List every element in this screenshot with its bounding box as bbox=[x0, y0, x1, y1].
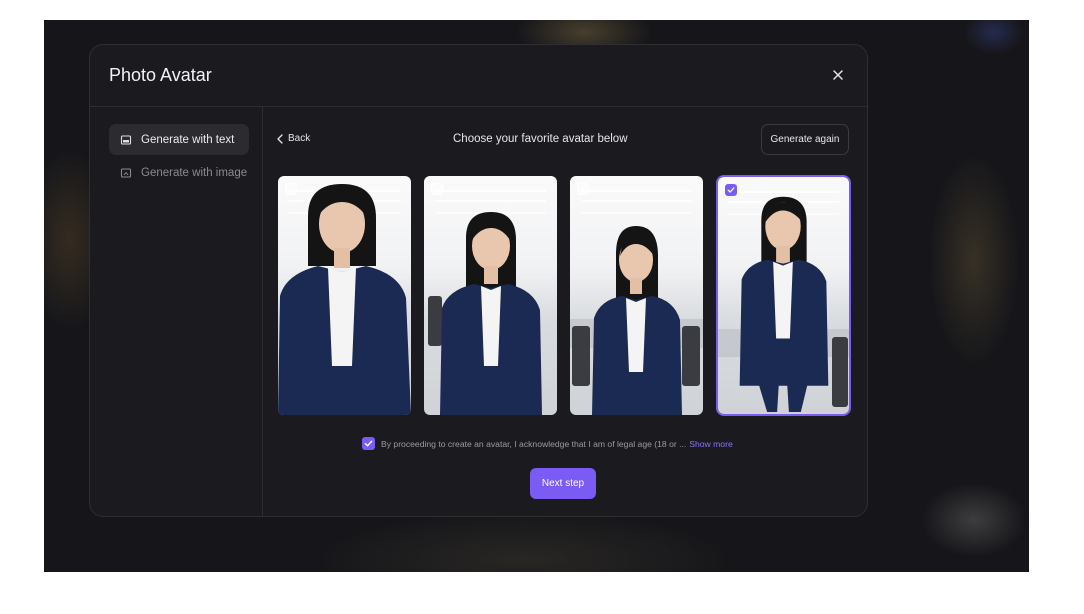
sidebar-item-label: Generate with text bbox=[141, 133, 235, 146]
avatar-option-2[interactable] bbox=[424, 176, 557, 415]
sidebar: Generate with text Generate with image bbox=[90, 106, 263, 516]
avatar-option-4[interactable] bbox=[716, 175, 851, 416]
sidebar-item-label: Generate with image bbox=[141, 166, 248, 179]
avatar-photo bbox=[718, 177, 849, 414]
check-icon bbox=[727, 187, 735, 193]
close-icon bbox=[833, 70, 843, 80]
avatar-photo bbox=[570, 176, 703, 415]
photo-avatar-modal: Photo Avatar Generate with text Generate… bbox=[89, 44, 868, 517]
image-upload-icon bbox=[120, 167, 132, 179]
next-step-button[interactable]: Next step bbox=[530, 468, 596, 499]
avatar-select-checkbox[interactable] bbox=[285, 183, 297, 195]
chevron-left-icon bbox=[277, 133, 283, 144]
avatar-select-checkbox[interactable] bbox=[725, 184, 737, 196]
show-more-link[interactable]: Show more bbox=[689, 439, 732, 449]
avatar-photo bbox=[424, 176, 557, 415]
avatar-photo bbox=[278, 176, 411, 415]
sidebar-item-generate-with-image[interactable]: Generate with image bbox=[109, 157, 249, 188]
modal-title: Photo Avatar bbox=[109, 65, 212, 85]
back-label: Back bbox=[288, 133, 311, 144]
consent-checkbox[interactable] bbox=[362, 437, 375, 450]
avatar-select-checkbox[interactable] bbox=[431, 183, 443, 195]
back-button[interactable]: Back bbox=[277, 133, 310, 144]
image-icon bbox=[120, 134, 132, 146]
avatar-option-1[interactable] bbox=[278, 176, 411, 415]
sidebar-item-generate-with-text[interactable]: Generate with text bbox=[109, 124, 249, 155]
generate-again-button[interactable]: Generate again bbox=[761, 124, 849, 155]
check-icon bbox=[364, 440, 373, 447]
page-title: Choose your favorite avatar below bbox=[453, 133, 628, 145]
avatar-select-checkbox[interactable] bbox=[577, 183, 589, 195]
modal-header: Photo Avatar bbox=[90, 45, 867, 107]
avatar-option-3[interactable] bbox=[570, 176, 703, 415]
main-panel: Back Choose your favorite avatar below G… bbox=[263, 106, 867, 516]
close-button[interactable] bbox=[827, 64, 849, 86]
consent-row: By proceeding to create an avatar, I ack… bbox=[362, 437, 733, 450]
consent-text: By proceeding to create an avatar, I ack… bbox=[381, 438, 687, 449]
